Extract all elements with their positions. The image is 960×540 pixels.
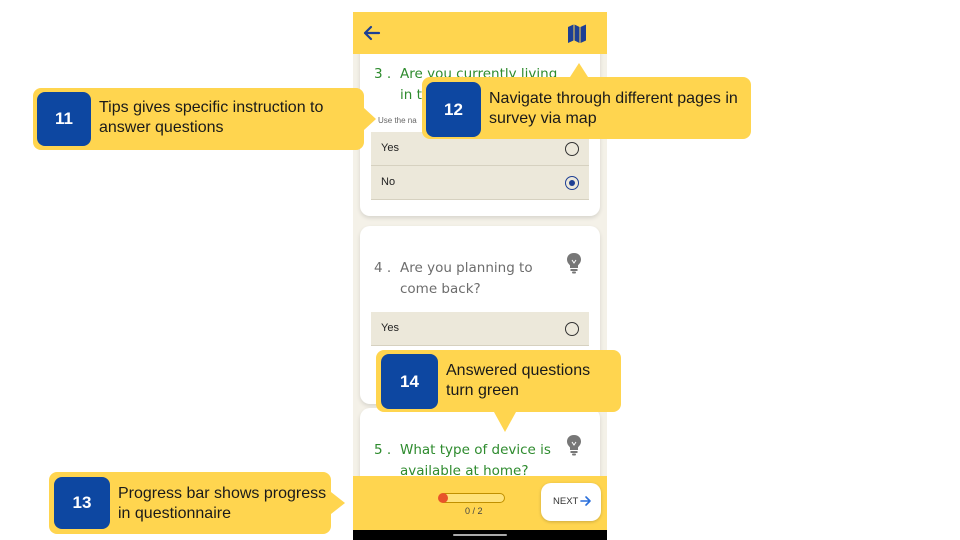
callout-pointer bbox=[570, 63, 588, 77]
next-button-label: NEXT bbox=[553, 496, 579, 507]
question-hint: Use the na bbox=[378, 116, 417, 125]
callout-text: Tips gives specific instruction to answe… bbox=[99, 99, 324, 136]
app-bar bbox=[353, 12, 607, 54]
callout-pointer bbox=[494, 412, 516, 432]
callout-answered: 14 Answered questions turn green bbox=[376, 350, 621, 432]
progress-bar bbox=[438, 493, 505, 503]
option-label: Yes bbox=[381, 142, 399, 154]
callout-pointer bbox=[364, 108, 376, 130]
back-arrow-icon[interactable] bbox=[361, 22, 383, 44]
question-4-text: 4 . Are you planning to come back? bbox=[374, 258, 550, 300]
callout-pointer bbox=[331, 492, 345, 514]
lightbulb-icon[interactable] bbox=[566, 434, 582, 456]
option-label: No bbox=[381, 176, 396, 188]
question-number: 5 . bbox=[374, 442, 392, 458]
bottom-bar: 0 / 2 NEXT bbox=[353, 476, 607, 530]
callout-badge: 12 bbox=[426, 82, 481, 137]
callout-badge: 14 bbox=[381, 354, 438, 409]
map-icon[interactable] bbox=[566, 22, 588, 44]
callout-badge: 13 bbox=[54, 477, 110, 529]
lightbulb-icon[interactable] bbox=[566, 252, 582, 274]
callout-text: Progress bar shows progress in questionn… bbox=[118, 485, 327, 522]
radio-unchecked-icon[interactable] bbox=[565, 142, 579, 156]
callout-map: 12 Navigate through different pages in s… bbox=[422, 63, 751, 139]
radio-checked-icon[interactable] bbox=[565, 176, 579, 190]
option-label: Yes bbox=[381, 322, 399, 334]
callout-progress: 13 Progress bar shows progress in questi… bbox=[49, 472, 345, 534]
radio-unchecked-icon[interactable] bbox=[565, 322, 579, 336]
option-no[interactable]: No bbox=[371, 166, 589, 200]
options-list: Yes No bbox=[371, 132, 589, 200]
option-yes[interactable]: Yes bbox=[371, 312, 589, 346]
progress-indicator bbox=[438, 493, 448, 503]
options-list: Yes bbox=[371, 312, 589, 346]
progress-text: 0 / 2 bbox=[465, 506, 483, 516]
question-label: Are you planning to come back? bbox=[400, 260, 533, 297]
slide: 3 . Are you currently living in the Use t… bbox=[0, 0, 960, 540]
callout-badge: 11 bbox=[37, 92, 91, 146]
question-number: 4 . bbox=[374, 260, 392, 276]
home-indicator[interactable] bbox=[453, 534, 507, 536]
next-button[interactable]: NEXT bbox=[541, 483, 601, 521]
callout-text: Navigate through different pages in surv… bbox=[489, 90, 738, 127]
system-nav-bar bbox=[353, 530, 607, 540]
question-number: 3 . bbox=[374, 66, 392, 82]
arrow-right-icon bbox=[580, 496, 591, 506]
callout-text: Answered questions turn green bbox=[446, 362, 591, 399]
callout-tips: 11 Tips gives specific instruction to an… bbox=[33, 88, 376, 150]
